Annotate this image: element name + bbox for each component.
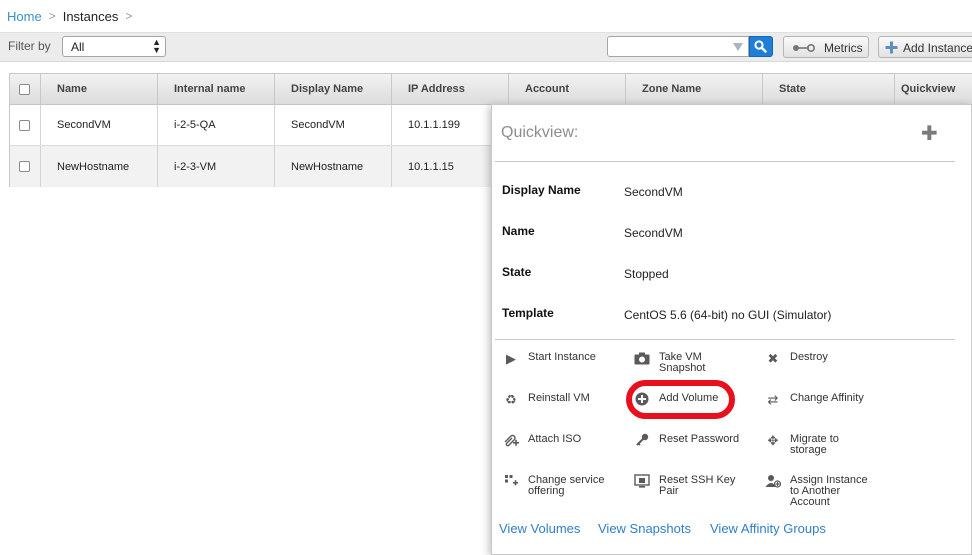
ssh-key-icon bbox=[633, 473, 651, 489]
breadcrumb-current: Instances bbox=[62, 8, 119, 24]
action-label: Reset SSH Key Pair bbox=[659, 474, 736, 497]
row-select-cell bbox=[10, 146, 41, 187]
breadcrumb-separator: > bbox=[48, 9, 56, 23]
cell-display-name: NewHostname bbox=[275, 146, 392, 187]
action-label: Destroy bbox=[790, 351, 828, 363]
select-arrows-icon: ▲ ▼ bbox=[152, 37, 161, 55]
plus-icon bbox=[885, 41, 898, 54]
select-all-checkbox[interactable] bbox=[19, 83, 30, 95]
start-instance-action[interactable]: ▶ Start Instance bbox=[502, 350, 616, 366]
detail-label-display-name: Display Name bbox=[502, 183, 581, 197]
view-volumes-link[interactable]: View Volumes bbox=[499, 521, 580, 536]
user-plus-icon bbox=[764, 473, 782, 489]
search-input[interactable] bbox=[607, 36, 749, 57]
action-label: Take VM Snapshot bbox=[659, 351, 706, 374]
action-label: Change Affinity bbox=[790, 392, 864, 404]
highlight-annotation bbox=[626, 380, 735, 419]
detail-value-display-name: SecondVM bbox=[624, 185, 683, 199]
toolbar: Filter by All ▲ ▼ Metrics Add Instance bbox=[0, 32, 972, 62]
view-affinity-groups-link[interactable]: View Affinity Groups bbox=[710, 521, 826, 536]
breadcrumb-home-link[interactable]: Home bbox=[7, 9, 42, 24]
close-icon: ✖ bbox=[767, 350, 779, 366]
reset-ssh-key-pair-action[interactable]: Reset SSH Key Pair bbox=[633, 473, 747, 497]
column-header-display-name[interactable]: Display Name bbox=[275, 74, 392, 104]
cell-display-name: SecondVM bbox=[275, 105, 392, 145]
paperclip-icon bbox=[502, 432, 520, 448]
metrics-button[interactable]: Metrics bbox=[783, 36, 869, 58]
detail-value-state: Stopped bbox=[624, 267, 669, 281]
column-header-internal-name[interactable]: Internal name bbox=[158, 74, 275, 104]
column-header-name[interactable]: Name bbox=[41, 74, 158, 104]
filter-label: Filter by bbox=[8, 39, 51, 53]
metrics-button-label: Metrics bbox=[824, 41, 863, 55]
row-checkbox[interactable] bbox=[19, 161, 30, 172]
filter-select[interactable]: All ▲ ▼ bbox=[62, 36, 166, 57]
reinstall-vm-action[interactable]: ♻ Reinstall VM bbox=[502, 391, 616, 407]
column-header-ip-address[interactable]: IP Address bbox=[392, 74, 509, 104]
action-label: Reinstall VM bbox=[528, 392, 590, 404]
cell-internal-name: i-2-3-VM bbox=[158, 146, 275, 187]
table-header: Name Internal name Display Name IP Addre… bbox=[10, 74, 972, 105]
expand-plus-icon[interactable]: ✚ bbox=[921, 121, 938, 146]
change-affinity-action[interactable]: ⇄ Change Affinity bbox=[764, 391, 878, 407]
divider bbox=[495, 161, 955, 162]
detail-label-template: Template bbox=[502, 306, 554, 320]
action-label: Start Instance bbox=[528, 351, 596, 363]
action-label: Assign Instance to Another Account bbox=[790, 474, 868, 508]
metrics-icon bbox=[793, 43, 816, 53]
swap-icon: ⇄ bbox=[767, 391, 779, 407]
cell-internal-name: i-2-5-QA bbox=[158, 105, 275, 145]
search-dropdown-icon[interactable] bbox=[733, 43, 743, 51]
destroy-action[interactable]: ✖ Destroy bbox=[764, 350, 878, 366]
search-button[interactable] bbox=[749, 36, 773, 57]
action-label: Attach ISO bbox=[528, 433, 582, 445]
view-snapshots-link[interactable]: View Snapshots bbox=[598, 521, 691, 536]
camera-icon bbox=[633, 350, 651, 366]
filter-select-value: All bbox=[71, 40, 85, 54]
recycle-icon: ♻ bbox=[505, 391, 517, 407]
change-service-offering-action[interactable]: Change service offering bbox=[502, 473, 616, 497]
quickview-panel: Quickview: ✚ Display Name SecondVM Name … bbox=[491, 104, 972, 555]
attach-iso-action[interactable]: Attach ISO bbox=[502, 432, 616, 448]
assign-instance-action[interactable]: Assign Instance to Another Account bbox=[764, 473, 878, 508]
grid-plus-icon bbox=[502, 473, 520, 489]
breadcrumb-separator-trailing: > bbox=[125, 9, 133, 23]
row-select-cell bbox=[10, 105, 41, 145]
column-header-quickview: Quickview bbox=[895, 74, 972, 104]
action-label: Migrate to storage bbox=[790, 433, 839, 456]
action-label: Change service offering bbox=[528, 474, 605, 497]
cell-name: SecondVM bbox=[41, 105, 158, 145]
row-checkbox[interactable] bbox=[19, 119, 30, 131]
detail-value-name: SecondVM bbox=[624, 226, 683, 240]
column-header-account[interactable]: Account bbox=[509, 74, 626, 104]
detail-label-state: State bbox=[502, 265, 532, 279]
add-instance-button[interactable]: Add Instance bbox=[878, 36, 972, 58]
column-header-state[interactable]: State bbox=[763, 74, 895, 104]
take-vm-snapshot-action[interactable]: Take VM Snapshot bbox=[633, 350, 747, 374]
add-instance-button-label: Add Instance bbox=[903, 41, 972, 55]
reset-password-action[interactable]: Reset Password bbox=[633, 432, 747, 448]
play-icon: ▶ bbox=[506, 350, 516, 366]
breadcrumb: Home > Instances > bbox=[0, 0, 972, 32]
detail-value-template: CentOS 5.6 (64-bit) no GUI (Simulator) bbox=[624, 308, 832, 322]
key-icon bbox=[633, 432, 651, 448]
migrate-to-storage-action[interactable]: ✥ Migrate to storage bbox=[764, 432, 878, 456]
divider bbox=[495, 339, 955, 340]
header-select-cell bbox=[10, 74, 41, 104]
detail-label-name: Name bbox=[502, 224, 535, 238]
cell-name: NewHostname bbox=[41, 146, 158, 187]
search-icon bbox=[754, 40, 767, 53]
quickview-title: Quickview: bbox=[501, 124, 579, 141]
column-header-zone-name[interactable]: Zone Name bbox=[626, 74, 763, 104]
move-icon: ✥ bbox=[767, 432, 779, 448]
action-label: Reset Password bbox=[659, 433, 740, 445]
